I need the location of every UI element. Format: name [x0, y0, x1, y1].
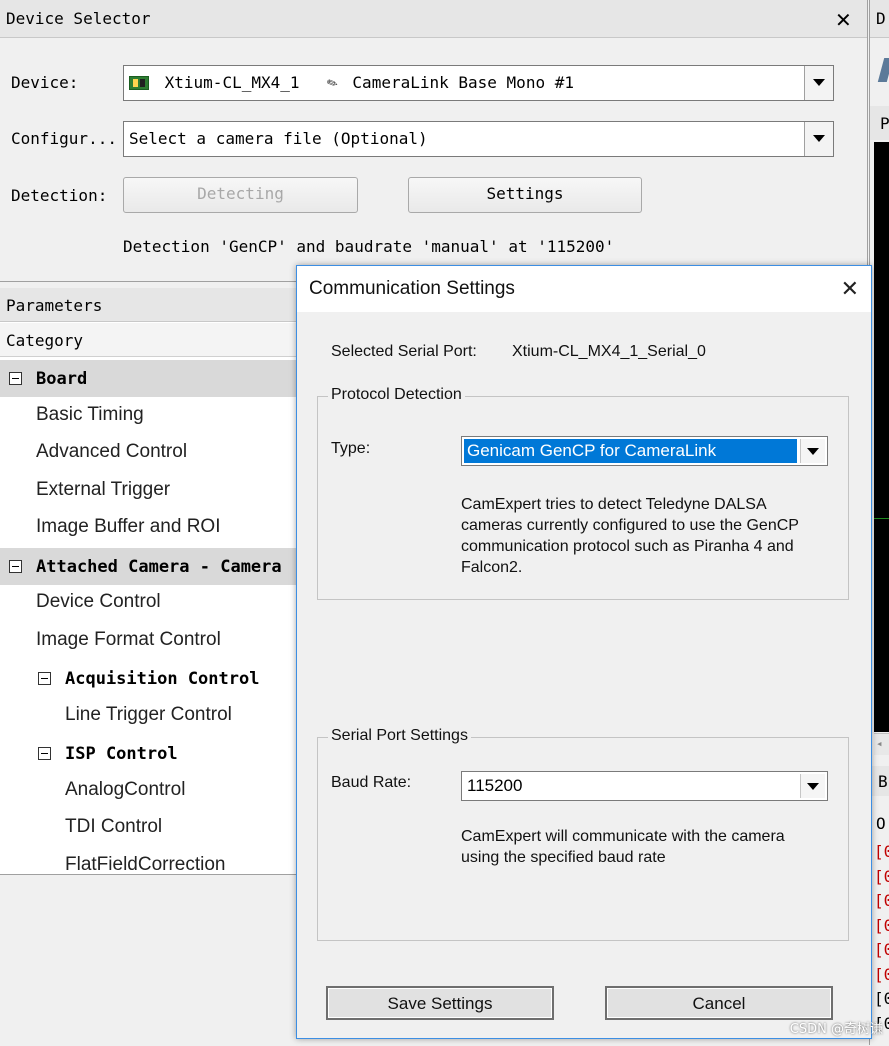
device-camera: CameraLink Base Mono #1: [352, 73, 574, 92]
collapse-icon[interactable]: [9, 559, 22, 573]
parameters-title: Parameters: [0, 288, 298, 322]
right-panel-title: D: [870, 0, 889, 38]
save-settings-button[interactable]: Save Settings: [326, 986, 554, 1020]
right-panel-p-label: P: [870, 106, 889, 140]
tree-item-row[interactable]: Advanced Control: [0, 435, 298, 472]
tree-item-label: TDI Control: [65, 816, 163, 837]
collapse-icon[interactable]: [38, 672, 51, 685]
log-line: [0: [874, 940, 889, 959]
config-value: Select a camera file (Optional): [129, 129, 428, 148]
protocol-detection-legend: Protocol Detection: [328, 386, 465, 404]
chevron-down-icon[interactable]: [804, 122, 833, 156]
detection-label: Detection:: [11, 186, 108, 205]
baud-rate-dropdown[interactable]: 115200: [461, 771, 828, 801]
close-icon[interactable]: ✕: [835, 10, 852, 30]
tree-item-label: Attached Camera - Camera: [36, 556, 282, 577]
dialog-title: Communication Settings: [309, 278, 515, 299]
baud-rate-label: Baud Rate:: [331, 774, 412, 791]
serial-port-settings-group: Serial Port Settings Baud Rate: 115200 C…: [317, 727, 849, 941]
toolbar-icon[interactable]: [877, 58, 889, 82]
viewer-line: [874, 518, 889, 519]
tree-subgroup-row[interactable]: ISP Control: [0, 735, 298, 772]
device-value: Xtium-CL_MX4_1: [164, 73, 300, 92]
tree-item-label: Image Format Control: [36, 628, 221, 650]
baud-help-text: CamExpert will communicate with the came…: [461, 828, 785, 866]
log-line: [0: [874, 891, 889, 910]
chevron-down-icon[interactable]: [800, 774, 825, 798]
log-line: [0: [874, 842, 889, 861]
tree-item-row[interactable]: Image Buffer and ROI: [0, 510, 298, 547]
image-viewer[interactable]: [874, 142, 889, 732]
tree-item-label: Basic Timing: [36, 403, 144, 425]
tree-subgroup-row[interactable]: Acquisition Control: [0, 660, 298, 697]
serial-port-label: Selected Serial Port:: [331, 343, 477, 360]
device-selector-title: Device Selector: [6, 9, 151, 28]
detection-status: Detection 'GenCP' and baudrate 'manual' …: [123, 237, 615, 256]
tree-item-row[interactable]: Line Trigger Control: [0, 698, 298, 735]
tree-item-label: FlatFieldCorrection: [65, 853, 226, 875]
tree-item-row[interactable]: Image Format Control: [0, 623, 298, 660]
serial-port-value: Xtium-CL_MX4_1_Serial_0: [512, 343, 706, 360]
cancel-button[interactable]: Cancel: [605, 986, 833, 1020]
parameters-footer: [0, 874, 298, 1046]
board-icon: [129, 76, 149, 90]
tree-item-label: Board: [36, 369, 88, 389]
collapse-icon[interactable]: [9, 372, 22, 385]
close-icon[interactable]: ✕: [841, 276, 859, 302]
category-header: Category: [0, 323, 298, 357]
tree-group-row[interactable]: Board: [0, 360, 298, 397]
log-line: [0: [874, 866, 889, 886]
tree-item-label: External Trigger: [36, 478, 171, 500]
tree-item-label: Acquisition Control: [65, 669, 260, 689]
right-side-panel: D P ◂ B O [0[0[0[0[0[0[0[0: [869, 0, 889, 1045]
right-panel-o-label: O: [876, 814, 886, 833]
protocol-detection-group: Protocol Detection Type: Genicam GenCP f…: [317, 386, 849, 600]
tree-item-row[interactable]: Device Control: [0, 585, 298, 622]
parameters-panel: Parameters Category Board Basic Timing Adv…: [0, 288, 298, 1046]
panel-title: Device Selector: [0, 0, 867, 38]
chevron-down-icon[interactable]: [800, 439, 825, 463]
log-line: [0: [874, 964, 889, 984]
config-dropdown[interactable]: Select a camera file (Optional): [123, 121, 834, 157]
log-line: [0: [874, 989, 889, 1008]
device-label: Device:: [11, 73, 79, 92]
device-selector-panel: Device Selector ✕ Device: Xtium-CL_MX4_1…: [0, 0, 868, 282]
protocol-type-value: Genicam GenCP for CameraLink: [464, 439, 797, 463]
tree-item-row[interactable]: External Trigger: [0, 473, 298, 510]
chevron-down-icon[interactable]: [804, 66, 833, 100]
collapse-icon[interactable]: [38, 747, 51, 760]
tree-item-label: Image Buffer and ROI: [36, 516, 221, 537]
tree-item-label: Advanced Control: [36, 441, 188, 462]
dialog-titlebar: Communication Settings ✕: [297, 266, 871, 312]
right-panel-b-label: B: [870, 766, 889, 796]
communication-settings-dialog: Communication Settings ✕ Selected Serial…: [296, 265, 872, 1039]
config-label: Configur...: [11, 129, 117, 148]
tree-item-row[interactable]: TDI Control: [0, 810, 298, 847]
tree-item-row[interactable]: Basic Timing: [0, 398, 298, 435]
device-dropdown[interactable]: Xtium-CL_MX4_1 ✎ CameraLink Base Mono #1: [123, 65, 834, 101]
protocol-help-text: CamExpert tries to detect Teledyne DALSA…: [461, 496, 799, 576]
settings-button[interactable]: Settings: [408, 177, 642, 213]
tree-item-label: Device Control: [36, 591, 161, 612]
tree-item-label: AnalogControl: [65, 778, 186, 800]
protocol-type-dropdown[interactable]: Genicam GenCP for CameraLink: [461, 436, 828, 466]
detecting-button: Detecting: [123, 177, 358, 213]
log-line: [0: [874, 915, 889, 935]
camera-link-icon: ✎: [323, 71, 341, 94]
type-label: Type:: [331, 440, 371, 457]
tree-item-label: ISP Control: [65, 744, 178, 764]
tree-item-label: Line Trigger Control: [65, 703, 232, 725]
serial-port-settings-legend: Serial Port Settings: [328, 727, 471, 745]
tree-group-row[interactable]: Attached Camera - Camera: [0, 547, 298, 585]
watermark: CSDN @奇树谦: [789, 1022, 883, 1037]
tree-item-row[interactable]: AnalogControl: [0, 773, 298, 810]
baud-rate-value: 115200: [467, 776, 523, 795]
scroll-left-icon[interactable]: ◂: [874, 733, 889, 755]
